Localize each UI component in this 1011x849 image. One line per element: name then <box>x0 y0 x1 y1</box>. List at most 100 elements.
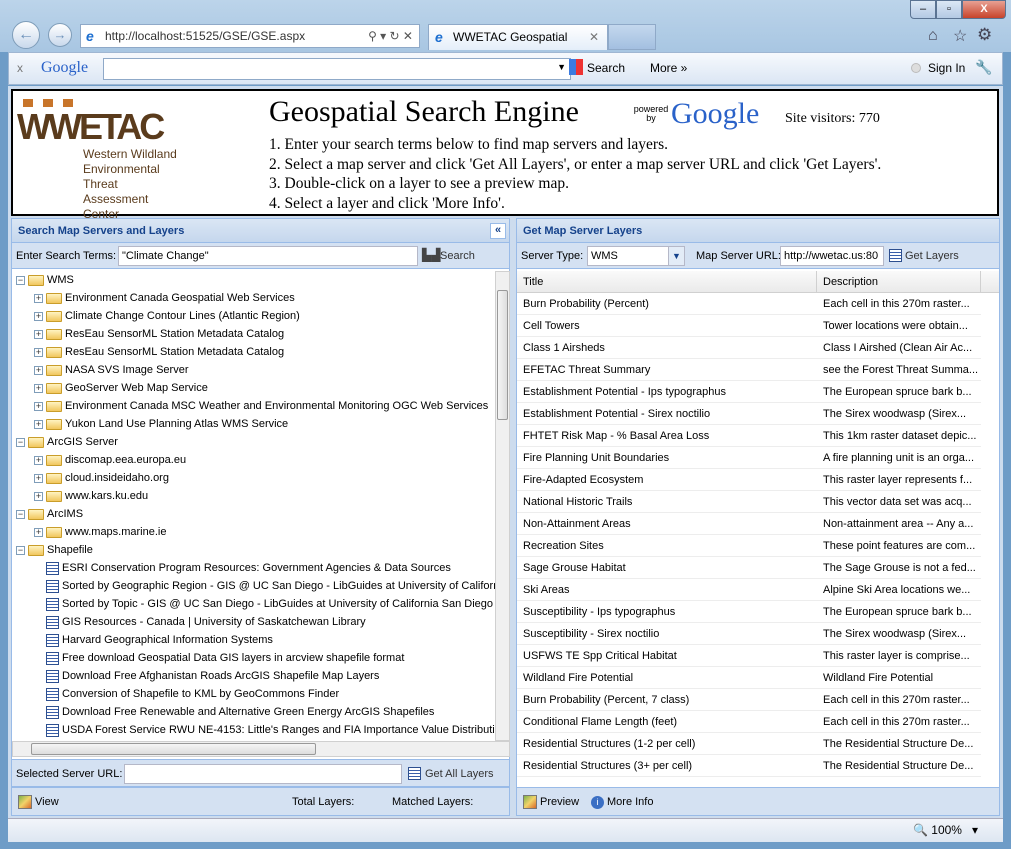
collapse-icon[interactable]: − <box>16 437 25 447</box>
expand-icon[interactable]: + <box>34 401 43 411</box>
search-button[interactable]: Search <box>440 250 475 262</box>
zoom-level[interactable]: 🔍 100% ▾ <box>913 823 978 837</box>
tree-node[interactable]: + www.maps.marine.ie <box>34 523 166 541</box>
column-description[interactable]: Description <box>823 271 981 293</box>
expand-icon[interactable]: + <box>34 491 43 501</box>
tree-node[interactable]: Sorted by Geographic Region - GIS @ UC S… <box>34 577 495 595</box>
tree-node[interactable]: Free download Geospatial Data GIS layers… <box>34 649 404 667</box>
view-button[interactable]: View <box>18 788 59 816</box>
address-bar[interactable]: e http://localhost:51525/GSE/GSE.aspx ⚲ … <box>80 24 420 48</box>
map-server-url-input[interactable]: http://wwetac.us:80 <box>780 246 884 266</box>
tree-node[interactable]: Download Free Afghanistan Roads ArcGIS S… <box>34 667 379 685</box>
table-row[interactable]: EFETAC Threat Summary see the Forest Thre… <box>517 359 981 381</box>
expand-icon[interactable]: + <box>34 347 43 357</box>
table-row[interactable]: Wildland Fire Potential Wildland Fire Pot… <box>517 667 981 689</box>
search-refresh-stop-icons[interactable]: ⚲ ▾ ↻ ✕ <box>368 25 413 47</box>
expand-icon[interactable]: + <box>34 527 43 537</box>
tree-node[interactable]: GIS Resources - Canada | University of S… <box>34 613 366 631</box>
server-type-select[interactable]: WMS ▼ <box>587 246 685 266</box>
gear-icon[interactable]: ⚙ <box>977 25 992 45</box>
tree-node[interactable]: + discomap.eea.europa.eu <box>34 451 186 469</box>
sign-in-button[interactable]: Sign In <box>928 61 965 75</box>
favorites-star-icon[interactable]: ☆ <box>953 26 967 46</box>
table-row[interactable]: Establishment Potential - Sirex noctilio… <box>517 403 981 425</box>
wrench-icon[interactable]: 🔧 <box>975 59 992 76</box>
tree-node[interactable]: − ArcIMS <box>16 505 83 523</box>
horizontal-scrollbar[interactable] <box>12 741 510 757</box>
table-row[interactable]: Recreation Sites These point features are… <box>517 535 981 557</box>
table-row[interactable]: Residential Structures (1-2 per cell) The… <box>517 733 981 755</box>
tree-node[interactable]: + ResEau SensorML Station Metadata Catalo… <box>34 343 284 361</box>
table-row[interactable]: USFWS TE Spp Critical Habitat This raster… <box>517 645 981 667</box>
table-row[interactable]: Fire-Adapted Ecosystem This raster layer … <box>517 469 981 491</box>
tree-node[interactable]: Sorted by Topic - GIS @ UC San Diego - L… <box>34 595 493 613</box>
more-info-button[interactable]: i More Info <box>591 788 653 816</box>
table-row[interactable]: Sage Grouse Habitat The Sage Grouse is no… <box>517 557 981 579</box>
tree-node[interactable]: − ArcGIS Server <box>16 433 118 451</box>
table-row[interactable]: FHTET Risk Map - % Basal Area Loss This 1… <box>517 425 981 447</box>
vertical-scrollbar[interactable] <box>495 271 510 741</box>
expand-icon[interactable]: + <box>34 329 43 339</box>
search-input[interactable]: "Climate Change" <box>118 246 418 266</box>
tree-node[interactable]: − WMS <box>16 271 74 289</box>
table-row[interactable]: Non-Attainment Areas Non-attainment area … <box>517 513 981 535</box>
back-button[interactable]: ← <box>12 21 40 49</box>
expand-icon[interactable]: + <box>34 311 43 321</box>
tree-node[interactable]: + NASA SVS Image Server <box>34 361 189 379</box>
expand-icon[interactable]: + <box>34 419 43 429</box>
expand-icon[interactable]: + <box>34 455 43 465</box>
collapse-icon[interactable]: − <box>16 545 25 555</box>
tree-node[interactable]: + Climate Change Contour Lines (Atlantic … <box>34 307 300 325</box>
table-row[interactable]: Fire Planning Unit Boundaries A fire plan… <box>517 447 981 469</box>
forward-button[interactable]: → <box>48 23 72 47</box>
table-row[interactable]: Susceptibility - Sirex noctilio The Sirex… <box>517 623 981 645</box>
table-row[interactable]: Class 1 Airsheds Class I Airshed (Clean A… <box>517 337 981 359</box>
tree-node[interactable]: Download Free Renewable and Alternative … <box>34 703 434 721</box>
close-tab-icon[interactable]: ✕ <box>589 25 599 49</box>
tree-node[interactable]: + Yukon Land Use Planning Atlas WMS Servi… <box>34 415 288 433</box>
get-layers-button[interactable]: Get Layers <box>905 250 959 262</box>
tab-wwetac[interactable]: e WWETAC Geospatial Searc... ✕ <box>428 24 608 68</box>
expand-icon[interactable]: + <box>34 473 43 483</box>
collapse-icon[interactable]: − <box>16 275 25 285</box>
tree-node[interactable]: + GeoServer Web Map Service <box>34 379 208 397</box>
minimize-button[interactable]: – <box>910 0 936 19</box>
table-row[interactable]: Ski Areas Alpine Ski Area locations we... <box>517 579 981 601</box>
google-search-button[interactable]: Search <box>587 61 625 75</box>
chevron-down-icon[interactable]: ▼ <box>668 247 684 265</box>
table-row[interactable]: Burn Probability (Percent) Each cell in t… <box>517 293 981 315</box>
more-button[interactable]: More » <box>650 61 687 75</box>
tree-node[interactable]: + www.kars.ku.edu <box>34 487 148 505</box>
home-icon[interactable]: ⌂ <box>928 27 938 45</box>
tree-node[interactable]: + ResEau SensorML Station Metadata Catalo… <box>34 325 284 343</box>
tree-node[interactable]: − Shapefile <box>16 541 93 559</box>
tree-node[interactable]: USDA Forest Service RWU NE-4153: Little'… <box>34 721 495 739</box>
preview-button[interactable]: Preview <box>523 788 579 816</box>
new-tab-button[interactable] <box>608 24 656 50</box>
tree-node[interactable]: ESRI Conservation Program Resources: Gov… <box>34 559 451 577</box>
tree-node[interactable]: + Environment Canada MSC Weather and Envi… <box>34 397 488 415</box>
table-row[interactable]: Establishment Potential - Ips typographu… <box>517 381 981 403</box>
tree-node[interactable]: + Environment Canada Geospatial Web Servi… <box>34 289 295 307</box>
table-row[interactable]: Conditional Flame Length (feet) Each cell… <box>517 711 981 733</box>
tree-node[interactable]: Harvard Geographical Information Systems <box>34 631 273 649</box>
table-row[interactable]: National Historic Trails This vector data… <box>517 491 981 513</box>
expand-icon[interactable]: + <box>34 365 43 375</box>
expand-icon[interactable]: + <box>34 293 43 303</box>
close-toolbar-icon[interactable]: x <box>17 61 23 75</box>
close-window-button[interactable]: X <box>962 0 1006 19</box>
google-search-input[interactable]: ▼ <box>103 58 571 80</box>
table-row[interactable]: Cell Towers Tower locations were obtain..… <box>517 315 981 337</box>
table-row[interactable]: Burn Probability (Percent, 7 class) Each … <box>517 689 981 711</box>
table-row[interactable]: Susceptibility - Ips typographus The Euro… <box>517 601 981 623</box>
column-title[interactable]: Title <box>523 271 817 293</box>
get-all-layers-button[interactable]: Get All Layers <box>425 768 493 780</box>
dropdown-icon[interactable]: ▼ <box>557 62 566 72</box>
maximize-button[interactable]: ▫ <box>936 0 962 19</box>
tree-node[interactable]: Conversion of Shapefile to KML by GeoCom… <box>34 685 339 703</box>
expand-icon[interactable]: + <box>34 383 43 393</box>
tree-node[interactable]: + cloud.insideidaho.org <box>34 469 169 487</box>
selected-url-input[interactable] <box>124 764 402 784</box>
collapse-icon[interactable]: « <box>490 223 506 239</box>
collapse-icon[interactable]: − <box>16 509 25 519</box>
